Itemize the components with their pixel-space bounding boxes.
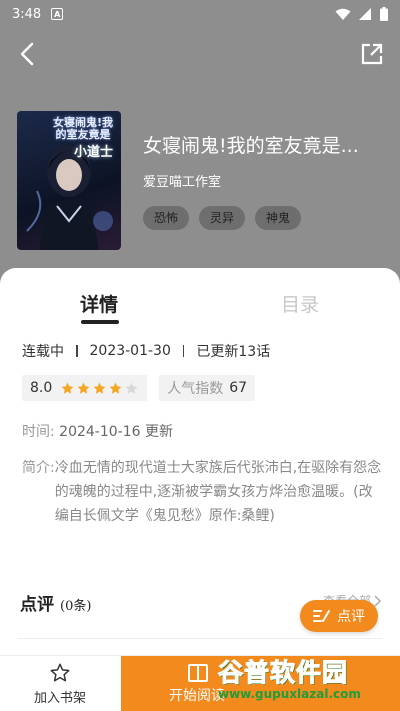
tag-chip[interactable]: 恐怖: [143, 206, 190, 230]
battery-icon: [380, 7, 388, 21]
section-divider: [18, 638, 382, 639]
share-button[interactable]: [358, 40, 386, 68]
star-filled-icon: [93, 382, 106, 394]
author-name[interactable]: 爱豆喵工作室: [143, 171, 221, 190]
intro-block: 简介: 冷血无情的现代道士大家族后代张沛白,在驱除有怨念的魂魄的过程中,逐渐被学…: [22, 456, 382, 528]
star-filled-icon: [109, 382, 122, 394]
wifi-icon: [335, 8, 351, 20]
add-to-shelf-button[interactable]: 加入书架: [0, 656, 120, 711]
star-rating: [60, 381, 139, 396]
bottom-action-bar: 加入书架 开始阅读: [0, 655, 400, 711]
divider: [182, 345, 185, 357]
write-review-button[interactable]: 点评: [300, 600, 378, 632]
star-filled-icon: [77, 382, 90, 394]
rating-row: 8.0 人气指数 67: [22, 375, 256, 401]
star-outline-icon: [50, 663, 70, 682]
shelf-label: 加入书架: [33, 691, 86, 706]
status-time: 3:48: [12, 6, 42, 22]
review-count: (0条): [60, 599, 92, 614]
signal-icon: [359, 7, 371, 20]
update-count: 已更新13话: [196, 344, 271, 360]
cover-subtitle: 小道士: [73, 145, 113, 160]
detail-sheet: 详情 目录 连载中 2023-01-30 已更新13话 8.0 人气指数 67 …: [0, 268, 400, 711]
popularity-pill: 人气指数 67: [159, 375, 256, 401]
review-button-label: 点评: [337, 609, 365, 625]
rating-pill: 8.0: [22, 375, 148, 401]
read-label: 开始阅读: [169, 688, 225, 704]
back-button[interactable]: [14, 40, 42, 68]
review-title: 点评: [20, 595, 54, 615]
intro-label: 简介:: [22, 460, 55, 476]
popularity-label: 人气指数: [167, 381, 224, 397]
publish-date: 2023-01-30: [89, 343, 171, 359]
tab-bar: 详情 目录: [0, 290, 400, 326]
book-title: 女寝闹鬼!我的室友竟是...: [143, 135, 359, 157]
divider: [76, 345, 78, 357]
tab-toc[interactable]: 目录: [281, 290, 319, 317]
chevron-right-icon: [374, 594, 382, 607]
share-icon: [361, 43, 383, 65]
edit-icon: [313, 610, 330, 622]
tag-chip[interactable]: 灵异: [199, 206, 246, 230]
meta-row: 连载中 2023-01-30 已更新13话: [22, 341, 270, 361]
tab-indicator: [81, 320, 119, 324]
tag-list: 恐怖 灵异 神鬼: [143, 206, 302, 230]
book-icon: [188, 664, 208, 682]
status-bar: 3:48 A: [0, 0, 400, 28]
notification-icon: A: [51, 8, 64, 20]
tab-detail[interactable]: 详情: [80, 290, 118, 317]
intro-text: 冷血无情的现代道士大家族后代张沛白,在驱除有怨念的魂魄的过程中,逐渐被学霸女孩方…: [54, 460, 382, 524]
time-label: 时间:: [22, 424, 55, 440]
star-empty-icon: [125, 382, 138, 394]
review-heading: 点评 (0条): [20, 590, 91, 615]
cover-title: 女寝闹鬼!我的室友竟是: [52, 116, 114, 141]
rating-score: 8.0: [30, 380, 53, 396]
start-reading-button[interactable]: 开始阅读: [121, 656, 400, 711]
book-cover[interactable]: 女寝闹鬼!我的室友竟是 小道士: [17, 111, 121, 250]
time-row: 时间: 2024-10-16 更新: [22, 421, 173, 441]
popularity-value: 67: [229, 380, 248, 396]
serial-status: 连载中: [22, 344, 64, 360]
star-filled-icon: [61, 382, 74, 394]
time-value: 2024-10-16 更新: [59, 424, 173, 440]
tag-chip[interactable]: 神鬼: [255, 206, 302, 230]
back-arrow-icon: [20, 42, 34, 66]
